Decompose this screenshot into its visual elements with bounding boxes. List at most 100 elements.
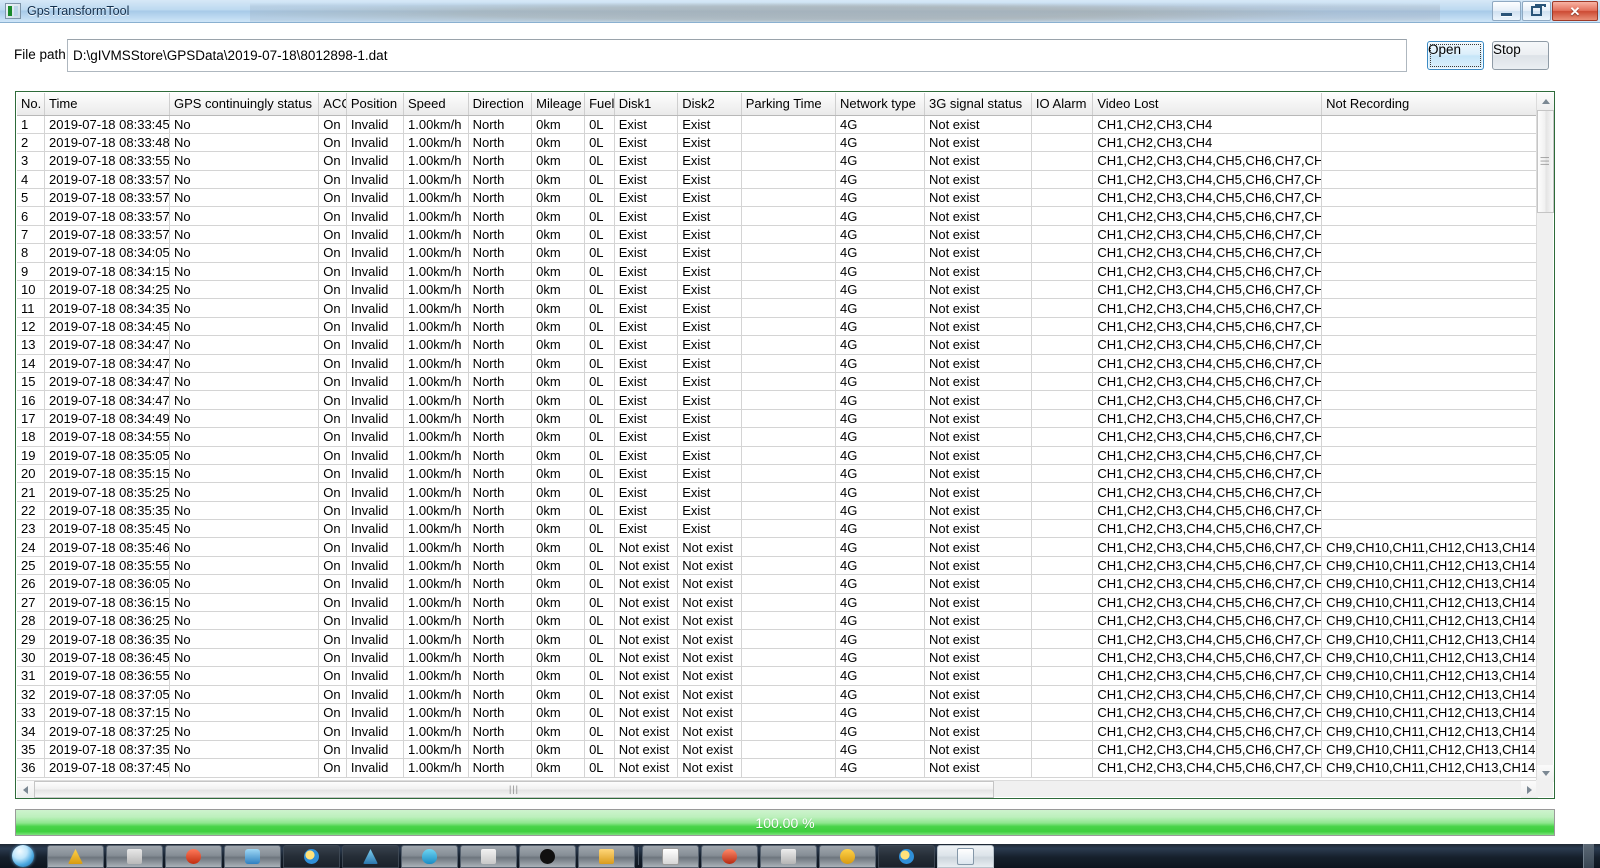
horizontal-scroll-thumb[interactable]: |||: [34, 781, 994, 798]
column-header[interactable]: Mileage: [531, 93, 586, 116]
table-row[interactable]: 2 2019-07-18 08:33:48 No On Invalid 1.00km/h N…: [17, 133, 1538, 153]
start-button[interactable]: [0, 844, 46, 868]
system-tray[interactable]: [1574, 844, 1600, 868]
column-header[interactable]: GPS continuingly status: [169, 93, 320, 116]
column-header[interactable]: IO Alarm: [1031, 93, 1094, 116]
taskbar-item[interactable]: [106, 845, 163, 868]
table-row[interactable]: 32 2019-07-18 08:37:05 No On Invalid 1.00km/h…: [17, 685, 1538, 705]
table-row[interactable]: 11 2019-07-18 08:34:35 No On Invalid 1.00km/h…: [17, 298, 1538, 318]
column-header[interactable]: Disk2: [677, 93, 742, 116]
table-row[interactable]: 20 2019-07-18 08:35:15 No On Invalid 1.00km/h…: [17, 464, 1538, 484]
table-row[interactable]: 27 2019-07-18 08:36:15 No On Invalid 1.00km/h…: [17, 593, 1538, 613]
taskbar-item[interactable]: [578, 845, 635, 868]
vertical-scrollbar[interactable]: |||: [1536, 93, 1554, 782]
table-cell: North: [468, 409, 533, 429]
table-row[interactable]: 12 2019-07-18 08:34:45 No On Invalid 1.00km/h…: [17, 317, 1538, 337]
column-header[interactable]: No.: [17, 93, 46, 116]
taskbar-item[interactable]: [642, 845, 699, 868]
table-row[interactable]: 26 2019-07-18 08:36:05 No On Invalid 1.00km/h…: [17, 574, 1538, 594]
data-grid-viewport[interactable]: No.TimeGPS continuingly statusACCPositio…: [17, 93, 1538, 782]
table-cell: Exist: [677, 243, 742, 263]
table-row[interactable]: 6 2019-07-18 08:33:57 No On Invalid 1.00km/h N…: [17, 206, 1538, 226]
restore-button[interactable]: [1522, 1, 1551, 21]
scroll-left-button[interactable]: [17, 781, 34, 798]
close-button[interactable]: ✕: [1552, 1, 1598, 21]
table-row[interactable]: 22 2019-07-18 08:35:35 No On Invalid 1.00km/h…: [17, 501, 1538, 521]
table-cell: North: [468, 685, 533, 705]
table-row[interactable]: 8 2019-07-18 08:34:05 No On Invalid 1.00km/h N…: [17, 243, 1538, 263]
table-row[interactable]: 5 2019-07-18 08:33:57 No On Invalid 1.00km/h N…: [17, 188, 1538, 208]
minimize-button[interactable]: [1492, 1, 1521, 21]
table-cell: On: [318, 666, 347, 686]
taskbar-item[interactable]: [701, 845, 758, 868]
table-cell: 0km: [531, 243, 586, 263]
column-header[interactable]: Time: [44, 93, 170, 116]
column-header[interactable]: Network type: [835, 93, 925, 116]
table-cell: 1.00km/h: [403, 243, 469, 263]
table-row[interactable]: 10 2019-07-18 08:34:25 No On Invalid 1.00km/h…: [17, 280, 1538, 300]
table-row[interactable]: 33 2019-07-18 08:37:15 No On Invalid 1.00km/h…: [17, 703, 1538, 723]
table-row[interactable]: 35 2019-07-18 08:37:35 No On Invalid 1.00km/h…: [17, 740, 1538, 760]
window-title: GpsTransformTool: [27, 4, 130, 18]
vertical-scroll-thumb[interactable]: |||: [1537, 110, 1554, 213]
table-row[interactable]: 1 2019-07-18 08:33:45 No On Invalid 1.00km/h N…: [17, 115, 1538, 134]
taskbar-item[interactable]: [878, 845, 935, 868]
horizontal-scrollbar[interactable]: |||: [17, 780, 1538, 798]
column-header[interactable]: Parking Time: [741, 93, 837, 116]
table-row[interactable]: 4 2019-07-18 08:33:57 No On Invalid 1.00km/h N…: [17, 170, 1538, 190]
table-cell: CH1,CH2,CH3,CH4,CH5,CH6,CH7,CH8: [1092, 685, 1323, 705]
table-cell: 2019-07-18 08:34:45: [44, 317, 170, 337]
table-row[interactable]: 14 2019-07-18 08:34:47 No On Invalid 1.00km/h…: [17, 354, 1538, 373]
table-row[interactable]: 3 2019-07-18 08:33:55 No On Invalid 1.00km/h N…: [17, 151, 1538, 171]
table-cell: North: [468, 188, 533, 208]
table-cell: [1031, 243, 1094, 263]
taskbar-item[interactable]: [224, 845, 281, 868]
column-header[interactable]: Disk1: [614, 93, 679, 116]
table-row[interactable]: 17 2019-07-18 08:34:49 No On Invalid 1.00km/h…: [17, 409, 1538, 429]
column-header[interactable]: ACC: [318, 93, 347, 116]
taskbar-item-active[interactable]: [937, 845, 994, 868]
stop-button[interactable]: Stop: [1492, 41, 1549, 70]
table-row[interactable]: 21 2019-07-18 08:35:25 No On Invalid 1.00km/h…: [17, 482, 1538, 502]
table-row[interactable]: 15 2019-07-18 08:34:47 No On Invalid 1.00km/h…: [17, 372, 1538, 392]
table-row[interactable]: 34 2019-07-18 08:37:25 No On Invalid 1.00km/h…: [17, 721, 1538, 741]
table-row[interactable]: 9 2019-07-18 08:34:15 No On Invalid 1.00km/h N…: [17, 262, 1538, 282]
table-cell: CH1,CH2,CH3,CH4,CH5,CH6,CH7,CH8: [1092, 666, 1323, 686]
table-row[interactable]: 36 2019-07-18 08:37:45 No On Invalid 1.00km/h…: [17, 758, 1538, 778]
table-row[interactable]: 30 2019-07-18 08:36:45 No On Invalid 1.00km/h…: [17, 648, 1538, 668]
scroll-up-button[interactable]: [1537, 93, 1554, 110]
taskbar-item[interactable]: [342, 845, 399, 868]
open-button[interactable]: Open: [1427, 41, 1484, 70]
table-row[interactable]: 19 2019-07-18 08:35:05 No On Invalid 1.00km/h…: [17, 446, 1538, 465]
column-header[interactable]: Speed: [403, 93, 469, 116]
table-row[interactable]: 18 2019-07-18 08:34:55 No On Invalid 1.00km/h…: [17, 427, 1538, 447]
table-row[interactable]: 25 2019-07-18 08:35:55 No On Invalid 1.00km/h…: [17, 556, 1538, 576]
show-desktop-button[interactable]: [1583, 844, 1594, 868]
taskbar-item[interactable]: [460, 845, 517, 868]
column-header[interactable]: Not Recording: [1321, 93, 1538, 116]
table-cell: On: [318, 262, 347, 282]
column-header[interactable]: Fuel: [584, 93, 615, 116]
filepath-input[interactable]: [67, 39, 1407, 72]
column-header[interactable]: Direction: [468, 93, 533, 116]
table-cell: CH9,CH10,CH11,CH12,CH13,CH14,CH15,CH16: [1321, 574, 1538, 594]
taskbar-item[interactable]: [165, 845, 222, 868]
taskbar-item[interactable]: [519, 845, 576, 868]
taskbar-item[interactable]: [401, 845, 458, 868]
table-row[interactable]: 13 2019-07-18 08:34:47 No On Invalid 1.00km/h…: [17, 335, 1538, 355]
table-row[interactable]: 28 2019-07-18 08:36:25 No On Invalid 1.00km/h…: [17, 611, 1538, 631]
taskbar-item[interactable]: [819, 845, 876, 868]
column-header[interactable]: Position: [346, 93, 405, 116]
table-row[interactable]: 16 2019-07-18 08:34:47 No On Invalid 1.00km/h…: [17, 390, 1538, 410]
taskbar-item[interactable]: [283, 845, 340, 868]
taskbar-item[interactable]: [47, 845, 104, 868]
table-row[interactable]: 23 2019-07-18 08:35:45 No On Invalid 1.00km/h…: [17, 519, 1538, 539]
table-row[interactable]: 31 2019-07-18 08:36:55 No On Invalid 1.00km/h…: [17, 666, 1538, 686]
table-row[interactable]: 24 2019-07-18 08:35:46 No On Invalid 1.00km/h…: [17, 537, 1538, 557]
table-row[interactable]: 7 2019-07-18 08:33:57 No On Invalid 1.00km/h N…: [17, 225, 1538, 245]
column-header[interactable]: 3G signal status: [924, 93, 1032, 116]
table-cell: [1031, 335, 1094, 355]
table-row[interactable]: 29 2019-07-18 08:36:35 No On Invalid 1.00km/h…: [17, 629, 1538, 649]
column-header[interactable]: Video Lost: [1092, 93, 1323, 116]
taskbar-item[interactable]: [760, 845, 817, 868]
